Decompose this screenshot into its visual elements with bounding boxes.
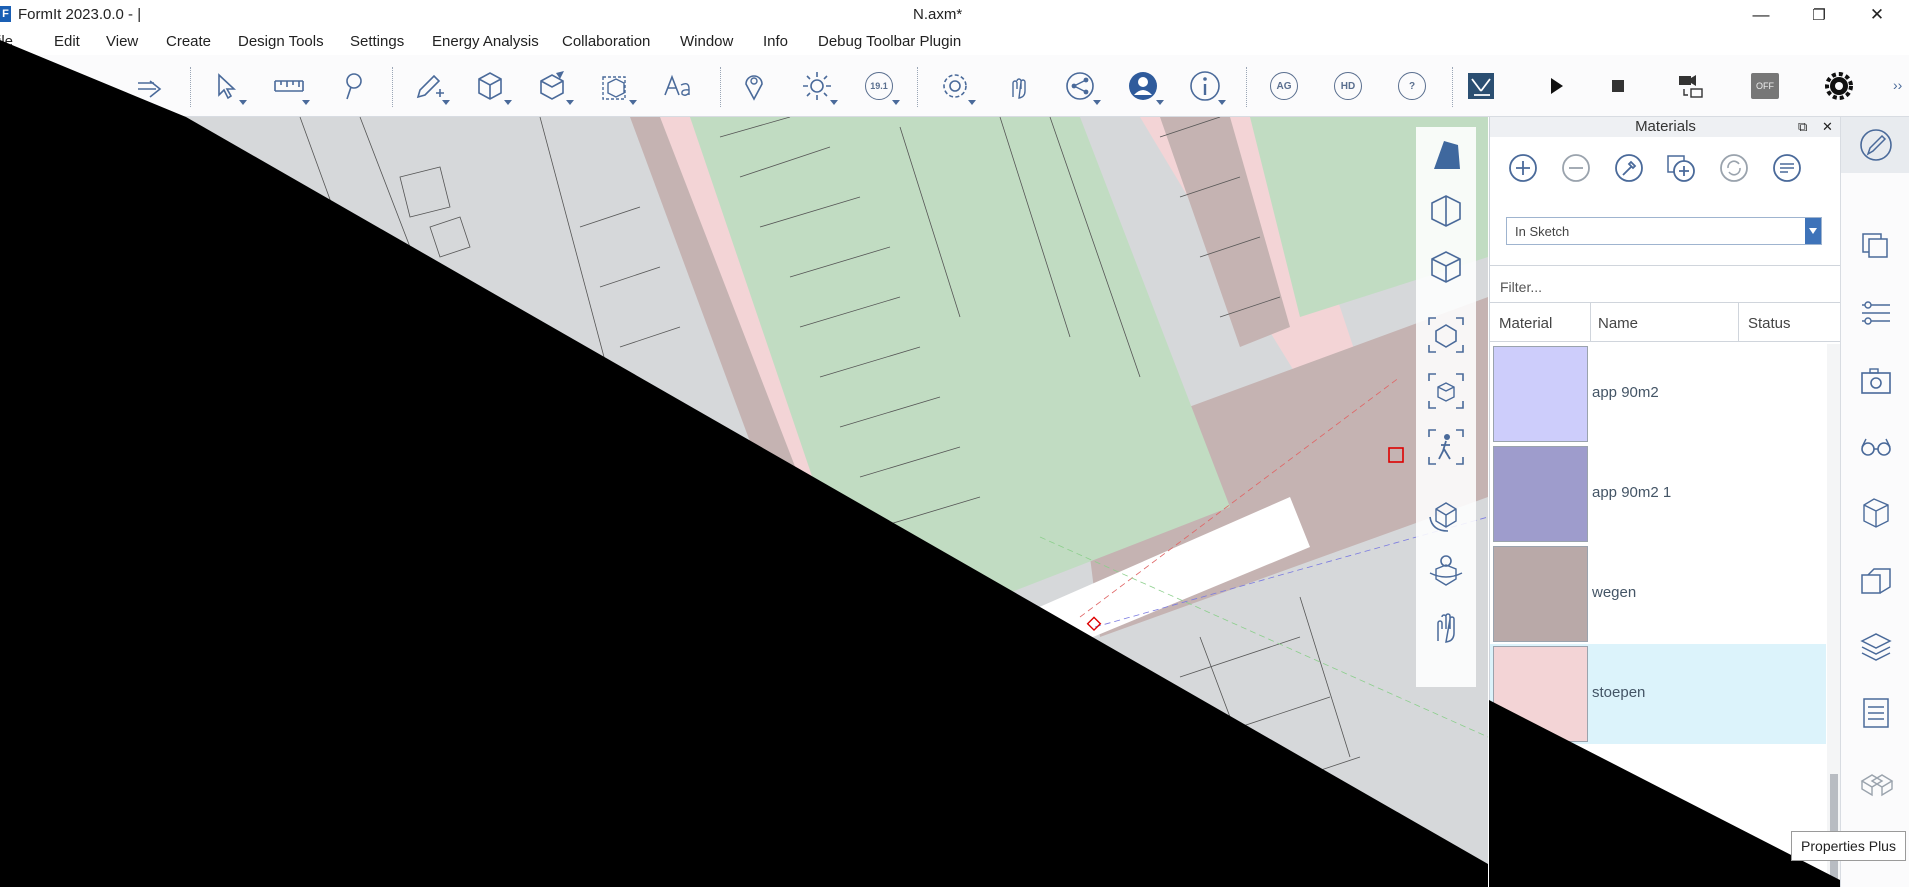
formit-window: F FormIt 2023.0.0 - | N.axm* — ❐ ✕ ile E… — [0, 0, 1909, 887]
properties-plus-tooltip: Properties Plus — [1791, 831, 1906, 861]
obscured-region — [0, 40, 1840, 887]
